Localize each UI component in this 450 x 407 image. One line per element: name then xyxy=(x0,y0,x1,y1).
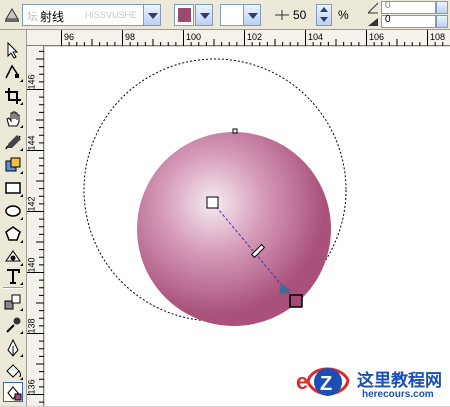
edge-pad-spinner[interactable] xyxy=(436,15,448,28)
vertical-ruler[interactable]: 146 144 142 140 138 136 xyxy=(27,46,44,406)
midpoint-value: 50 xyxy=(293,8,307,22)
hruler-label: 98 xyxy=(125,32,136,42)
blend-tool-icon[interactable] xyxy=(3,292,23,312)
hruler-label: 102 xyxy=(247,32,263,42)
crop-tool-icon[interactable] xyxy=(3,86,23,106)
watermark-title: 这里教程网 xyxy=(357,371,442,391)
hruler-label: 104 xyxy=(308,32,324,42)
edge-pad-icon xyxy=(366,16,380,28)
vruler-label: 146 xyxy=(26,74,37,90)
end-color-swatch xyxy=(224,8,241,22)
vruler-label: 138 xyxy=(26,318,37,334)
edge-pad-value: 0 xyxy=(385,14,391,25)
angle-icon xyxy=(366,2,380,14)
faint-watermark-text: HISSVUSHE xyxy=(85,10,138,20)
edge-pad-input[interactable]: 0 xyxy=(381,14,436,28)
smart-fill-tool-icon[interactable] xyxy=(3,155,23,175)
midpoint-icon xyxy=(274,8,290,22)
polygon-tool-icon[interactable] xyxy=(3,224,23,244)
interactive-fill-icon[interactable] xyxy=(2,5,22,25)
percent-sign: % xyxy=(338,8,349,22)
hruler-label: 96 xyxy=(64,32,75,42)
drawing-canvas[interactable] xyxy=(45,47,450,406)
outline-pen-tool-icon[interactable] xyxy=(3,338,23,358)
midpoint-input[interactable]: 50 xyxy=(291,4,315,26)
hruler-label: 108 xyxy=(430,32,446,42)
gradient-end-handle[interactable] xyxy=(289,294,303,308)
watermark-subtitle: herecours.com xyxy=(362,389,434,400)
angle-spinner[interactable] xyxy=(436,1,448,14)
vruler-label: 136 xyxy=(26,379,37,395)
hand-tool-icon[interactable] xyxy=(3,109,23,129)
property-bar: 射线 坛 HISSVUSHE 50 % 0 0 xyxy=(0,0,450,30)
vruler-label: 140 xyxy=(26,257,37,273)
shape-tool-icon[interactable] xyxy=(3,63,23,83)
angle-value: 0 xyxy=(385,0,391,11)
watermark-logo: e Z xyxy=(296,360,352,404)
hruler-label: 100 xyxy=(186,32,202,42)
text-tool-icon[interactable] xyxy=(3,266,23,286)
fill-type-value: 射线 xyxy=(40,10,65,24)
basic-shapes-tool-icon[interactable] xyxy=(3,247,23,267)
start-color-swatch xyxy=(178,8,191,22)
angle-input[interactable]: 0 xyxy=(381,0,436,14)
svg-text:Z: Z xyxy=(320,373,332,395)
pick-tool-icon[interactable] xyxy=(3,40,23,60)
start-color-dropdown-button[interactable] xyxy=(195,4,213,26)
freehand-tool-icon[interactable] xyxy=(3,132,23,152)
eyedropper-tool-icon[interactable] xyxy=(3,315,23,335)
vruler-label: 144 xyxy=(26,135,37,151)
gradient-start-handle[interactable] xyxy=(206,196,219,209)
start-color-swatch-box[interactable] xyxy=(174,4,194,26)
hruler-label: 106 xyxy=(369,32,385,42)
faint-forum-text: 坛 xyxy=(27,11,38,23)
rectangle-tool-icon[interactable] xyxy=(3,178,23,198)
toolbox xyxy=(0,30,27,406)
interactive-fill-tool-icon[interactable] xyxy=(3,382,23,402)
top-node-handle[interactable] xyxy=(232,128,238,134)
ellipse-tool-icon[interactable] xyxy=(3,201,23,221)
end-color-dropdown-button[interactable] xyxy=(243,4,261,26)
end-color-swatch-box[interactable] xyxy=(220,4,244,26)
horizontal-ruler[interactable]: 96 98 100 102 104 106 108 xyxy=(27,30,450,46)
fill-bucket-tool-icon[interactable] xyxy=(3,361,23,381)
vruler-label: 142 xyxy=(26,196,37,212)
midpoint-spinner[interactable] xyxy=(316,4,332,26)
svg-text:e: e xyxy=(296,369,308,394)
fill-type-dropdown-button[interactable] xyxy=(143,4,161,26)
fill-type-combo[interactable]: 射线 坛 HISSVUSHE xyxy=(22,4,144,26)
